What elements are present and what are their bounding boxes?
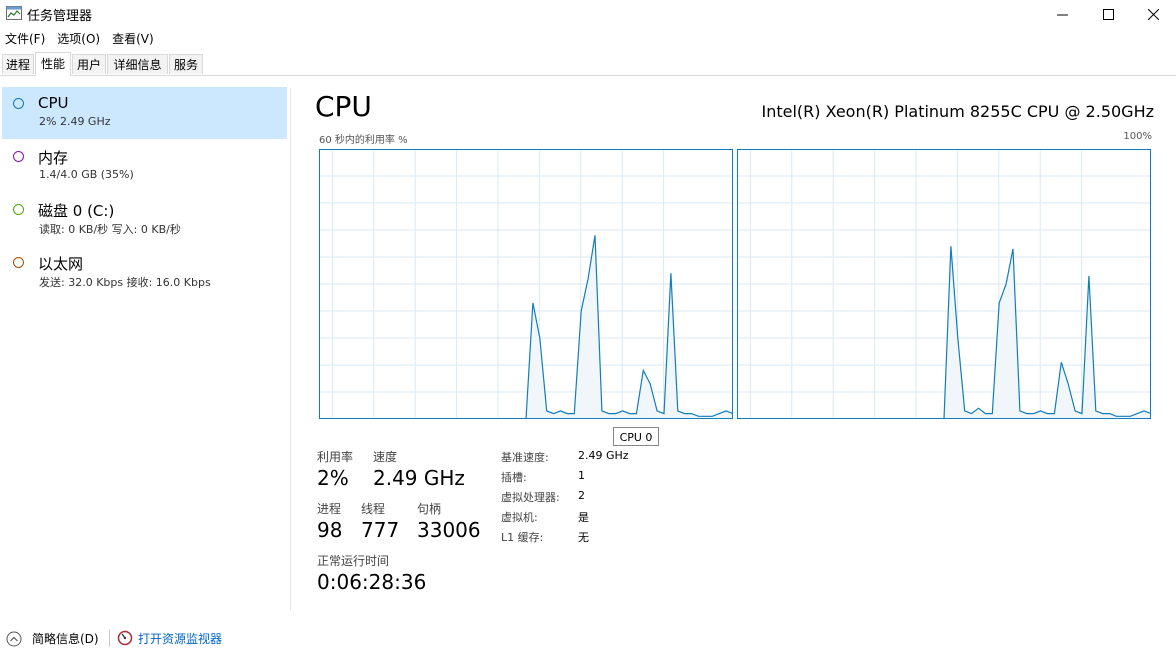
handles-label: 句柄 [417, 502, 442, 516]
threads-value: 777 [361, 518, 400, 542]
sidebar-item-memory[interactable]: 内存 1.4/4.0 GB (35%) [2, 140, 287, 192]
sidebar-item-label: 磁盘 0 (C:) [38, 202, 115, 220]
sidebar-item-ethernet[interactable]: 以太网 发送: 32.0 Kbps 接收: 16.0 Kbps [2, 246, 287, 298]
spec-label: 插槽: [501, 471, 527, 484]
spec-label: 虚拟机: [501, 511, 538, 524]
resource-sidebar: CPU 2% 2.49 GHz 内存 1.4/4.0 GB (35%) 磁盘 0… [0, 84, 290, 610]
tab-details[interactable]: 详细信息 [107, 54, 168, 74]
graph-max-label: 100% [1123, 131, 1152, 142]
menu-options[interactable]: 选项(O) [52, 29, 107, 49]
processes-label: 进程 [317, 502, 342, 516]
footer-bar: 简略信息(D) 打开资源监视器 [0, 620, 1176, 660]
close-button[interactable] [1130, 0, 1176, 28]
maximize-icon [1102, 8, 1114, 20]
spec-label: L1 缓存: [501, 531, 544, 544]
graph-tooltip: CPU 0 [613, 427, 659, 446]
sidebar-item-label: 内存 [38, 149, 69, 167]
uptime-value: 0:06:28:36 [317, 570, 427, 594]
speed-value: 2.49 GHz [373, 466, 465, 490]
spec-value: 2.49 GHz [578, 449, 629, 462]
resource-monitor-icon[interactable] [117, 630, 133, 646]
close-icon [1147, 8, 1159, 20]
sidebar-item-label: 以太网 [38, 255, 84, 273]
tab-processes[interactable]: 进程 [2, 54, 34, 74]
task-manager-icon [6, 6, 22, 20]
sidebar-item-detail: 2% 2.49 GHz [39, 115, 111, 128]
threads-label: 线程 [361, 502, 386, 516]
title-bar: 任务管理器 [0, 0, 1176, 28]
sidebar-item-label: CPU [38, 94, 69, 112]
menu-view[interactable]: 查看(V) [107, 29, 161, 49]
tab-strip: 进程 性能 用户 详细信息 服务 [0, 52, 1176, 76]
disk-circle-icon [13, 204, 24, 215]
minimize-icon [1056, 14, 1068, 15]
cpu-model: Intel(R) Xeon(R) Platinum 8255C CPU @ 2.… [761, 102, 1154, 121]
spec-label: 基准速度: [501, 451, 549, 464]
sidebar-item-detail: 发送: 32.0 Kbps 接收: 16.0 Kbps [39, 276, 211, 289]
sidebar-item-cpu[interactable]: CPU 2% 2.49 GHz [2, 87, 287, 139]
spec-value: 2 [578, 489, 585, 502]
footer-divider [109, 629, 110, 647]
spec-value: 无 [578, 531, 589, 544]
maximize-button[interactable] [1085, 0, 1131, 28]
graph-label: 60 秒内的利用率 % [319, 135, 408, 146]
tab-performance[interactable]: 性能 [35, 52, 71, 76]
memory-circle-icon [13, 151, 24, 162]
cpu0-graph[interactable] [319, 149, 733, 419]
spec-label: 虚拟处理器: [501, 491, 560, 504]
speed-label: 速度 [373, 450, 398, 464]
ethernet-circle-icon [13, 257, 24, 268]
sidebar-divider [290, 88, 291, 610]
spec-value: 是 [578, 511, 589, 524]
handles-value: 33006 [417, 518, 481, 542]
tab-users[interactable]: 用户 [72, 54, 106, 74]
sidebar-item-detail: 1.4/4.0 GB (35%) [39, 168, 134, 181]
open-resource-monitor-link[interactable]: 打开资源监视器 [138, 630, 222, 647]
menu-bar: 文件(F) 选项(O) 查看(V) [0, 29, 161, 49]
sidebar-item-disk[interactable]: 磁盘 0 (C:) 读取: 0 KB/秒 写入: 0 KB/秒 [2, 193, 287, 245]
spec-value: 1 [578, 469, 585, 482]
tab-services[interactable]: 服务 [169, 54, 203, 74]
cpu-circle-icon [13, 98, 24, 109]
fewer-details-link[interactable]: 简略信息(D) [32, 630, 99, 647]
menu-file[interactable]: 文件(F) [0, 29, 52, 49]
window-title: 任务管理器 [27, 9, 93, 24]
uptime-label: 正常运行时间 [317, 554, 390, 568]
page-title: CPU [315, 90, 372, 123]
utilization-value: 2% [317, 466, 349, 490]
utilization-label: 利用率 [317, 450, 354, 464]
cpu1-graph[interactable] [737, 149, 1151, 419]
processes-value: 98 [317, 518, 343, 542]
collapse-up-icon[interactable] [6, 631, 22, 647]
minimize-button[interactable] [1039, 0, 1085, 28]
sidebar-item-detail: 读取: 0 KB/秒 写入: 0 KB/秒 [39, 223, 181, 236]
